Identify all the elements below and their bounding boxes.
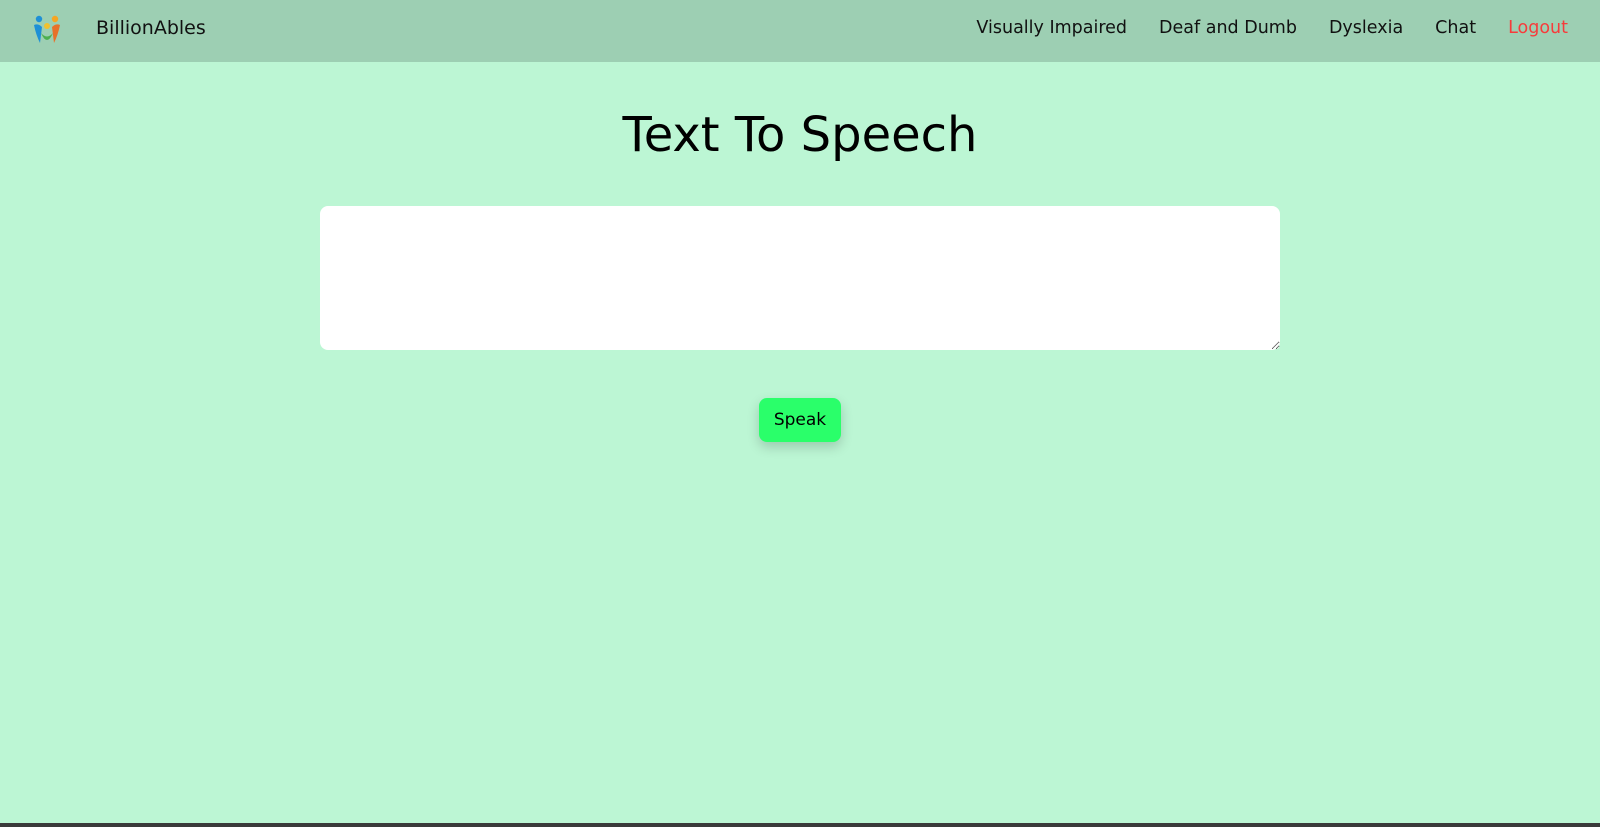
nav-link-chat[interactable]: Chat bbox=[1435, 18, 1476, 38]
brand-name[interactable]: BillionAbles bbox=[96, 17, 206, 39]
nav-link-logout[interactable]: Logout bbox=[1508, 18, 1568, 38]
nav-link-visually-impaired[interactable]: Visually Impaired bbox=[976, 18, 1127, 38]
bottom-edge bbox=[0, 823, 1600, 827]
text-input[interactable] bbox=[320, 206, 1280, 350]
speak-button[interactable]: Speak bbox=[759, 398, 841, 442]
page-title: Text To Speech bbox=[622, 107, 978, 163]
nav-links: Visually Impaired Deaf and Dumb Dyslexia… bbox=[976, 18, 1568, 38]
navbar: BillionAbles Visually Impaired Deaf and … bbox=[0, 0, 1600, 62]
people-logo-icon[interactable] bbox=[30, 13, 64, 47]
nav-link-dyslexia[interactable]: Dyslexia bbox=[1329, 18, 1403, 38]
nav-link-deaf-and-dumb[interactable]: Deaf and Dumb bbox=[1159, 18, 1297, 38]
